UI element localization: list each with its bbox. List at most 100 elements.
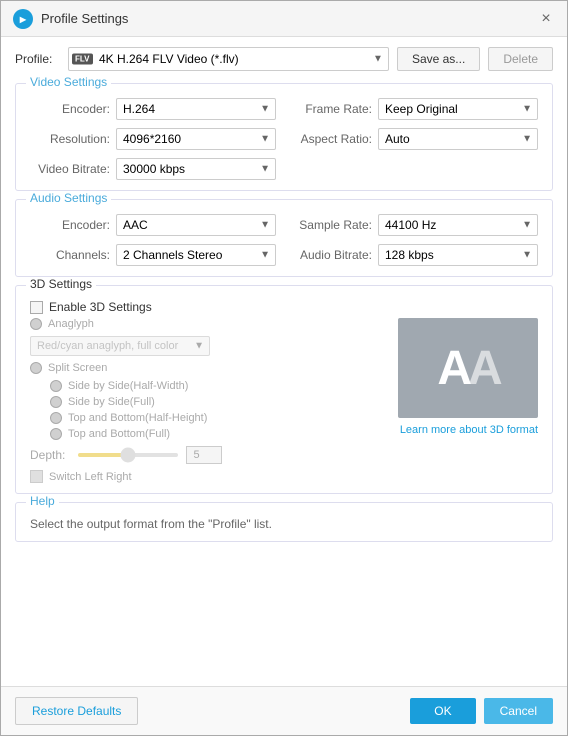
video-settings-grid: Encoder: H.264 ▼ Frame Rate: Keep Origin… <box>30 98 538 180</box>
aspect-ratio-label: Aspect Ratio: <box>292 132 372 146</box>
video-settings-title: Video Settings <box>26 75 111 89</box>
split-option-4-row: Top and Bottom(Full) <box>50 428 388 440</box>
restore-defaults-button[interactable]: Restore Defaults <box>15 697 138 725</box>
sample-rate-row: Sample Rate: 44100 Hz ▼ <box>292 214 538 236</box>
anaglyph-radio-row: Anaglyph <box>30 318 388 330</box>
channels-select-wrapper: 2 Channels Stereo ▼ <box>116 244 276 266</box>
anaglyph-label: Anaglyph <box>48 318 94 330</box>
audio-encoder-row: Encoder: AAC ▼ <box>30 214 276 236</box>
three-d-preview-panel: AA Learn more about 3D format <box>398 318 538 483</box>
switch-row: Switch Left Right <box>30 470 388 483</box>
anaglyph-select: Red/cyan anaglyph, full color <box>30 336 210 356</box>
split-screen-radio-row: Split Screen <box>30 362 388 374</box>
split-screen-radio[interactable] <box>30 362 42 374</box>
encoder-select[interactable]: H.264 <box>116 98 276 120</box>
split-option-3-radio[interactable] <box>50 412 62 424</box>
three-d-controls: Anaglyph Red/cyan anaglyph, full color ▼… <box>30 318 388 483</box>
audio-encoder-label: Encoder: <box>30 218 110 232</box>
frame-rate-select[interactable]: Keep Original <box>378 98 538 120</box>
audio-encoder-select[interactable]: AAC <box>116 214 276 236</box>
dialog-content: Profile: FLV 4K H.264 FLV Video (*.flv) … <box>1 37 567 686</box>
depth-row: Depth: <box>30 446 388 464</box>
split-sub-options: Side by Side(Half-Width) Side by Side(Fu… <box>50 380 388 440</box>
resolution-select-wrapper: 4096*2160 ▼ <box>116 128 276 150</box>
split-option-4-radio[interactable] <box>50 428 62 440</box>
learn-more-link[interactable]: Learn more about 3D format <box>398 424 538 436</box>
audio-bitrate-select[interactable]: 128 kbps <box>378 244 538 266</box>
encoder-label: Encoder: <box>30 102 110 116</box>
switch-lr-checkbox[interactable] <box>30 470 43 483</box>
title-bar: ▶ Profile Settings × <box>1 1 567 37</box>
frame-rate-select-wrapper: Keep Original ▼ <box>378 98 538 120</box>
profile-row: Profile: FLV 4K H.264 FLV Video (*.flv) … <box>15 47 553 71</box>
aspect-ratio-select-wrapper: Auto ▼ <box>378 128 538 150</box>
depth-slider <box>78 453 178 457</box>
video-bitrate-label: Video Bitrate: <box>30 162 110 176</box>
profile-settings-dialog: ▶ Profile Settings × Profile: FLV 4K H.2… <box>0 0 568 736</box>
profile-select[interactable]: 4K H.264 FLV Video (*.flv) <box>68 47 389 71</box>
three-d-settings-section: 3D Settings Enable 3D Settings Anaglyph <box>15 285 553 494</box>
delete-button[interactable]: Delete <box>488 47 553 71</box>
video-bitrate-select[interactable]: 30000 kbps <box>116 158 276 180</box>
ok-button[interactable]: OK <box>410 698 475 724</box>
video-bitrate-row: Video Bitrate: 30000 kbps ▼ <box>30 158 276 180</box>
close-button[interactable]: × <box>537 10 555 28</box>
split-option-2-row: Side by Side(Full) <box>50 396 388 408</box>
frame-rate-row: Frame Rate: Keep Original ▼ <box>292 98 538 120</box>
encoder-row: Encoder: H.264 ▼ <box>30 98 276 120</box>
enable-3d-checkbox[interactable] <box>30 301 43 314</box>
split-option-4-label: Top and Bottom(Full) <box>68 428 170 440</box>
audio-bitrate-label: Audio Bitrate: <box>292 248 372 262</box>
enable-3d-row: Enable 3D Settings <box>30 300 538 314</box>
video-settings-section: Video Settings Encoder: H.264 ▼ Frame Ra… <box>15 83 553 191</box>
aa-text: AA <box>437 341 498 396</box>
footer-right-buttons: OK Cancel <box>410 698 553 724</box>
split-screen-label: Split Screen <box>48 362 107 374</box>
resolution-row: Resolution: 4096*2160 ▼ <box>30 128 276 150</box>
split-option-1-label: Side by Side(Half-Width) <box>68 380 188 392</box>
cancel-button[interactable]: Cancel <box>484 698 553 724</box>
app-icon: ▶ <box>13 9 33 29</box>
three-d-settings-title: 3D Settings <box>26 277 96 291</box>
audio-encoder-select-wrapper: AAC ▼ <box>116 214 276 236</box>
aspect-ratio-select[interactable]: Auto <box>378 128 538 150</box>
save-as-button[interactable]: Save as... <box>397 47 480 71</box>
split-option-1-row: Side by Side(Half-Width) <box>50 380 388 392</box>
switch-lr-label: Switch Left Right <box>49 471 132 483</box>
sample-rate-label: Sample Rate: <box>292 218 372 232</box>
encoder-select-wrapper: H.264 ▼ <box>116 98 276 120</box>
profile-format-icon: FLV <box>72 54 93 65</box>
help-title: Help <box>26 494 59 508</box>
split-option-3-label: Top and Bottom(Half-Height) <box>68 412 207 424</box>
audio-bitrate-row: Audio Bitrate: 128 kbps ▼ <box>292 244 538 266</box>
resolution-label: Resolution: <box>30 132 110 146</box>
resolution-select[interactable]: 4096*2160 <box>116 128 276 150</box>
profile-select-wrapper: FLV 4K H.264 FLV Video (*.flv) ▼ <box>68 47 389 71</box>
depth-label: Depth: <box>30 448 70 462</box>
sample-rate-select[interactable]: 44100 Hz <box>378 214 538 236</box>
channels-label: Channels: <box>30 248 110 262</box>
dialog-title: Profile Settings <box>41 11 529 26</box>
channels-row: Channels: 2 Channels Stereo ▼ <box>30 244 276 266</box>
audio-bitrate-select-wrapper: 128 kbps ▼ <box>378 244 538 266</box>
split-option-2-label: Side by Side(Full) <box>68 396 155 408</box>
help-section: Help Select the output format from the "… <box>15 502 553 542</box>
audio-settings-title: Audio Settings <box>26 191 111 205</box>
split-option-2-radio[interactable] <box>50 396 62 408</box>
split-option-3-row: Top and Bottom(Half-Height) <box>50 412 388 424</box>
frame-rate-label: Frame Rate: <box>292 102 372 116</box>
svg-text:▶: ▶ <box>19 15 27 24</box>
channels-select[interactable]: 2 Channels Stereo <box>116 244 276 266</box>
split-option-1-radio[interactable] <box>50 380 62 392</box>
aspect-ratio-row: Aspect Ratio: Auto ▼ <box>292 128 538 150</box>
video-bitrate-select-wrapper: 30000 kbps ▼ <box>116 158 276 180</box>
audio-settings-grid: Encoder: AAC ▼ Sample Rate: 44100 Hz <box>30 214 538 266</box>
anaglyph-radio[interactable] <box>30 318 42 330</box>
three-d-inner: Anaglyph Red/cyan anaglyph, full color ▼… <box>30 318 538 483</box>
enable-3d-label: Enable 3D Settings <box>49 300 152 314</box>
help-text: Select the output format from the "Profi… <box>30 517 538 531</box>
profile-label: Profile: <box>15 52 60 66</box>
sample-rate-select-wrapper: 44100 Hz ▼ <box>378 214 538 236</box>
audio-settings-section: Audio Settings Encoder: AAC ▼ Sample Rat… <box>15 199 553 277</box>
aa-preview: AA <box>398 318 538 418</box>
